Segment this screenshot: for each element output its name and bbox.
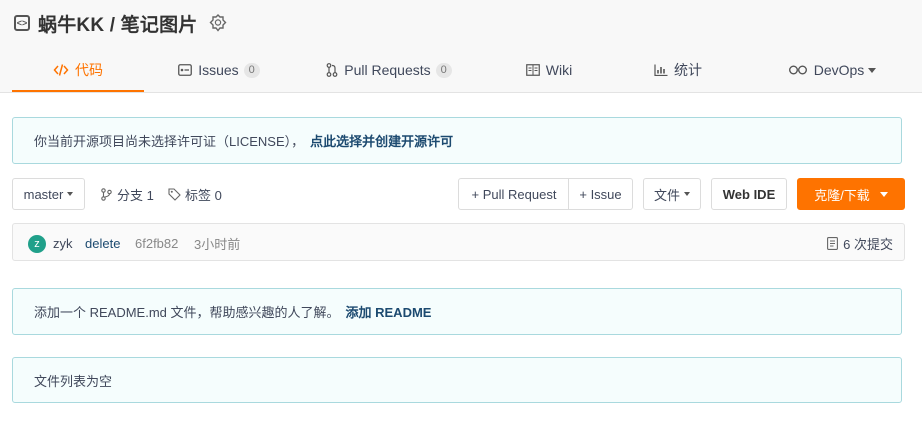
- award-badge-icon[interactable]: [209, 14, 227, 32]
- branch-select-label: master: [23, 186, 64, 202]
- commits-count-label: 6 次提交: [843, 236, 893, 252]
- tags-label: 标签 0: [185, 187, 222, 203]
- commit-author[interactable]: zyk: [53, 224, 73, 262]
- clone-download-button[interactable]: 克隆/下载: [797, 178, 905, 210]
- code-icon: [53, 63, 69, 77]
- tab-statistics-label: 统计: [674, 62, 702, 78]
- tab-issues-label: Issues: [198, 62, 239, 78]
- create-license-link[interactable]: 点此选择并创建开源许可: [310, 131, 453, 150]
- pull-request-icon: [326, 63, 338, 77]
- commits-count-link[interactable]: 6 次提交: [827, 224, 893, 262]
- branch-icon: [101, 187, 112, 201]
- web-ide-button[interactable]: Web IDE: [711, 178, 787, 210]
- repo-title-row: <> 蜗牛KK / 笔记图片: [14, 10, 227, 36]
- chevron-down-icon: [879, 191, 888, 197]
- tab-statistics[interactable]: 统计: [614, 50, 742, 90]
- tab-pull-requests[interactable]: Pull Requests 0: [294, 50, 484, 90]
- tab-devops-label: DevOps: [813, 62, 865, 78]
- chart-icon: [654, 64, 668, 76]
- repository-icon: <>: [14, 15, 30, 31]
- repo-header: <> 蜗牛KK / 笔记图片 代码 Issues 0 Pull Requests…: [0, 0, 922, 93]
- wiki-icon: [525, 64, 540, 76]
- new-pull-request-button[interactable]: + Pull Request: [458, 178, 570, 210]
- commit-hash[interactable]: 6f2fb82: [135, 224, 178, 262]
- chevron-down-icon: [868, 67, 877, 73]
- infinity-icon: [788, 65, 808, 75]
- repo-tabs: 代码 Issues 0 Pull Requests 0 Wiki 统计 DevO…: [12, 50, 922, 92]
- clone-download-label: 克隆/下载: [814, 187, 870, 203]
- empty-files-text: 文件列表为空: [34, 373, 113, 389]
- chevron-down-icon: [684, 192, 690, 196]
- license-notice-text: 你当前开源项目尚未选择许可证（LICENSE），: [34, 134, 305, 149]
- new-issue-button[interactable]: + Issue: [568, 178, 633, 210]
- add-readme-link[interactable]: 添加 README: [346, 302, 432, 321]
- file-menu-button[interactable]: 文件: [643, 178, 701, 210]
- commit-time: 3小时前: [194, 236, 241, 252]
- issues-icon: [178, 64, 193, 76]
- branch-select[interactable]: master: [12, 178, 85, 210]
- tag-icon: [168, 187, 181, 201]
- chevron-down-icon: [67, 192, 74, 196]
- tab-issues[interactable]: Issues 0: [144, 50, 294, 90]
- license-notice: 你当前开源项目尚未选择许可证（LICENSE）， 点此选择并创建开源许可: [12, 117, 902, 164]
- avatar[interactable]: z: [28, 235, 46, 253]
- tab-wiki-label: Wiki: [545, 62, 573, 78]
- readme-notice: 添加一个 README.md 文件，帮助感兴趣的人了解。 添加 README: [12, 288, 902, 335]
- branches-link[interactable]: 分支 1: [101, 178, 154, 210]
- empty-files-notice: 文件列表为空: [12, 357, 902, 403]
- tab-code[interactable]: 代码: [12, 50, 144, 92]
- pull-requests-count-badge: 0: [435, 62, 452, 78]
- file-menu-label: 文件: [653, 187, 680, 203]
- latest-commit-bar: z zyk delete 6f2fb82 3小时前 6 次提交: [12, 223, 905, 261]
- commit-history-icon: [827, 236, 839, 250]
- issues-count-badge: 0: [243, 62, 260, 78]
- repo-toolbar: master 分支 1 标签 0 + Pull Request + Issue …: [12, 178, 905, 212]
- commit-message[interactable]: delete: [85, 224, 120, 262]
- tab-code-label: 代码: [75, 62, 103, 78]
- branches-label: 分支 1: [117, 187, 154, 203]
- repo-title[interactable]: 蜗牛KK / 笔记图片: [38, 10, 197, 37]
- tags-link[interactable]: 标签 0: [168, 178, 222, 210]
- readme-notice-text: 添加一个 README.md 文件，帮助感兴趣的人了解。: [34, 305, 340, 320]
- tab-wiki[interactable]: Wiki: [484, 50, 614, 90]
- tab-devops[interactable]: DevOps: [742, 50, 922, 90]
- tab-pull-requests-label: Pull Requests: [344, 62, 431, 78]
